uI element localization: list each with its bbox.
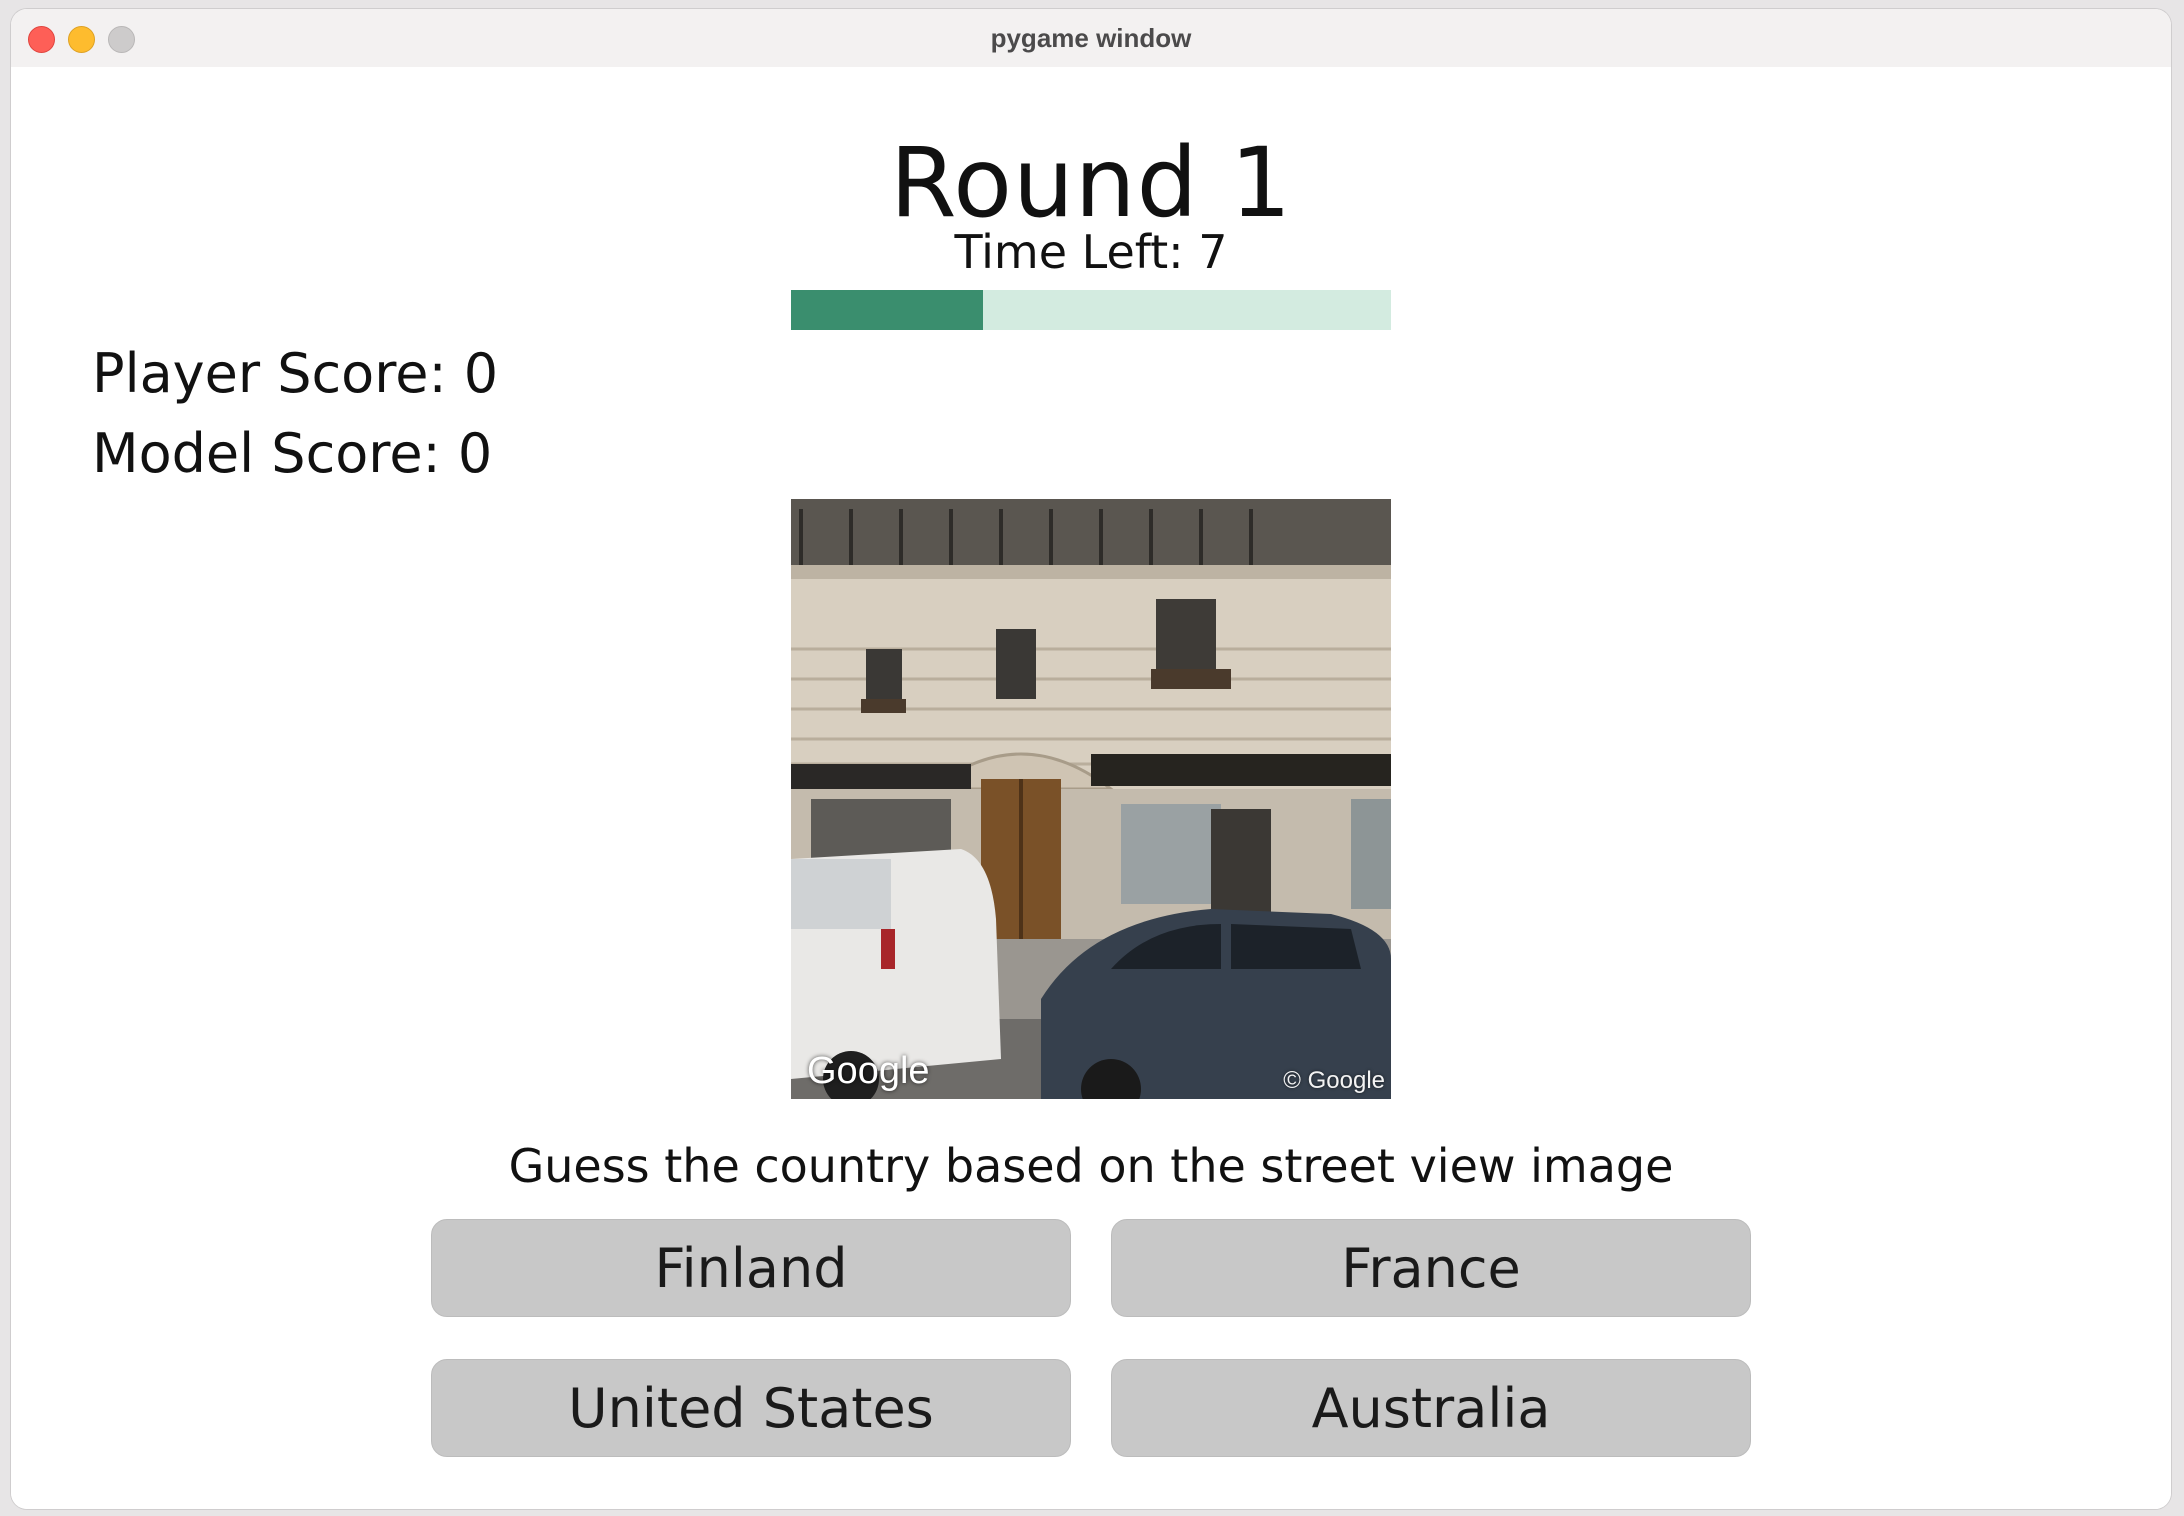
google-logo: Google bbox=[807, 1050, 930, 1092]
player-score: Player Score: 0 bbox=[92, 342, 499, 405]
window-title: pygame window bbox=[990, 23, 1192, 53]
game-window: pygame window Round 1 Time Left: 7 Playe… bbox=[11, 9, 2171, 1509]
round-title: Round 1 bbox=[889, 127, 1293, 239]
title-bar[interactable]: pygame window bbox=[11, 9, 2171, 68]
answer-button-united-states[interactable]: United States bbox=[431, 1359, 1071, 1457]
answer-button-australia[interactable]: Australia bbox=[1111, 1359, 1751, 1457]
question-prompt: Guess the country based on the street vi… bbox=[508, 1139, 1674, 1193]
street-view-image: Google © Google bbox=[791, 499, 1391, 1099]
google-copyright: © Google bbox=[1283, 1067, 1385, 1094]
time-left-label: Time Left: 7 bbox=[954, 225, 1228, 279]
timer-progress-bar bbox=[791, 290, 1391, 330]
game-canvas: Round 1 Time Left: 7 Player Score: 0 Mod… bbox=[11, 67, 2171, 1509]
answer-button-finland[interactable]: Finland bbox=[431, 1219, 1071, 1317]
street-view-illustration bbox=[791, 499, 1391, 1099]
model-score: Model Score: 0 bbox=[92, 422, 493, 485]
answer-button-france[interactable]: France bbox=[1111, 1219, 1751, 1317]
timer-progress-fill bbox=[791, 290, 983, 330]
